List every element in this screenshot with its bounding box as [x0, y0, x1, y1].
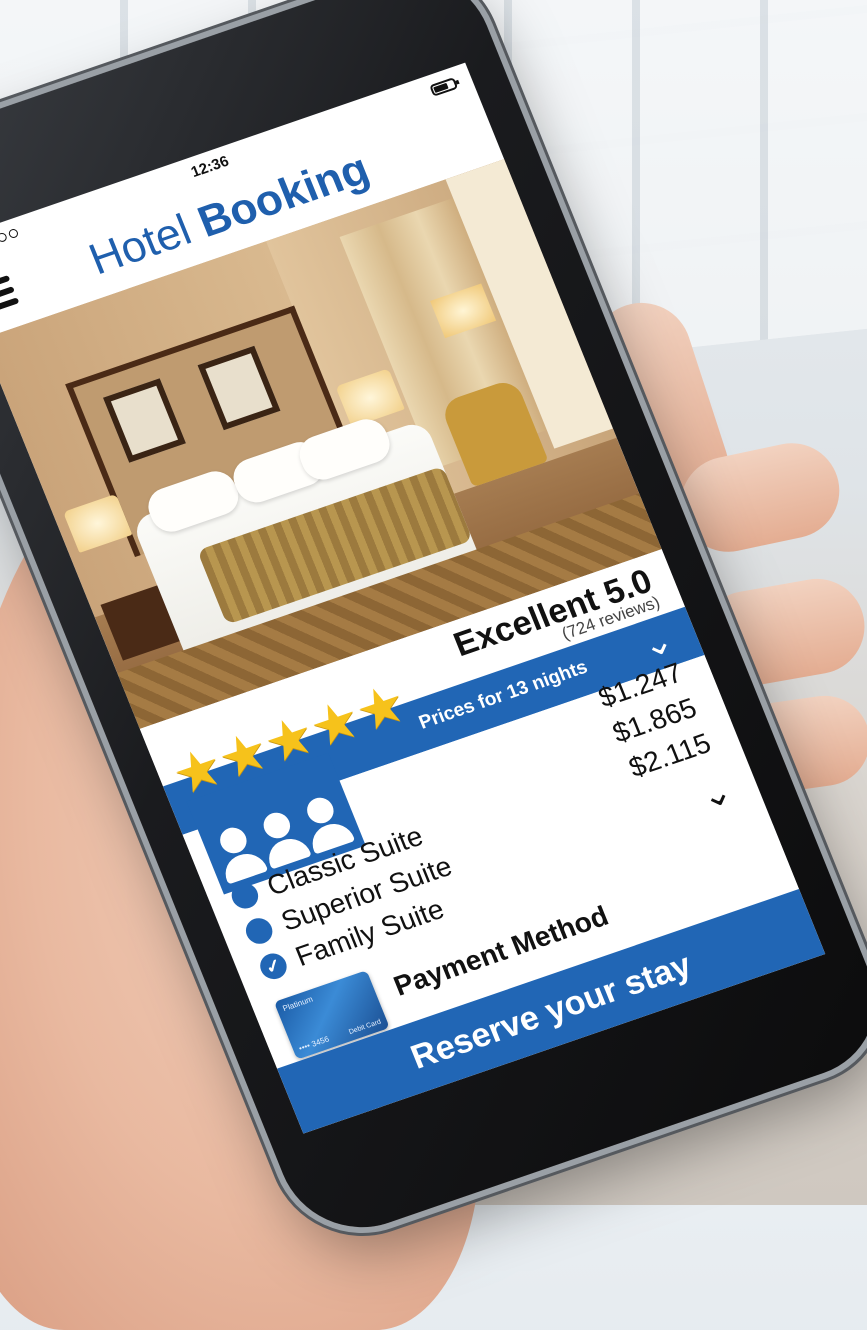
radio-icon[interactable] — [227, 879, 263, 913]
check-icon[interactable]: ✓ — [256, 949, 291, 983]
card-brand: Platinum — [281, 994, 315, 1014]
card-number: •••• 3456 — [297, 1034, 331, 1054]
chevron-down-icon[interactable]: ⌄ — [694, 769, 738, 818]
radio-icon[interactable] — [241, 914, 277, 948]
